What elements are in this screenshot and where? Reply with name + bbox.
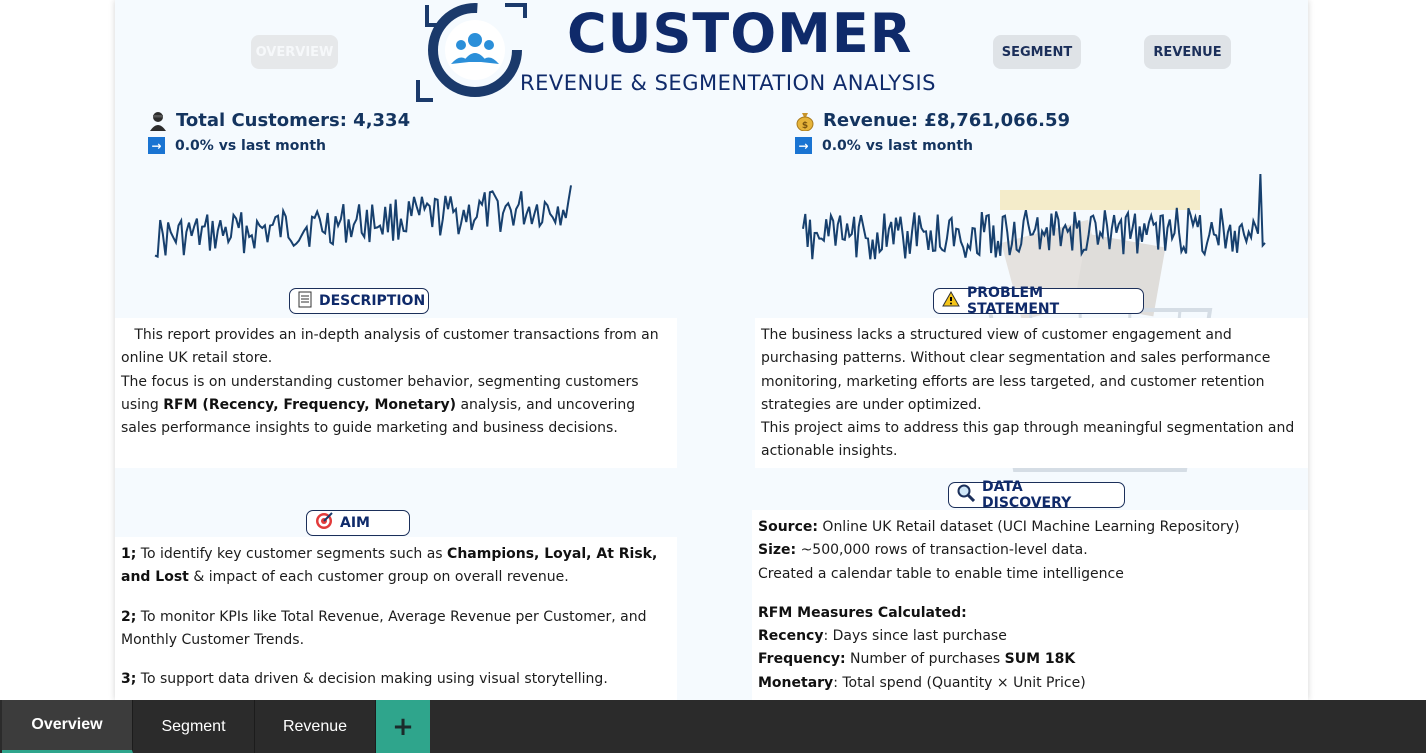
description-heading-label: DESCRIPTION xyxy=(319,293,426,309)
frequency-bold: SUM 18K xyxy=(1004,651,1076,668)
kpi-revenue-value: Revenue: £8,761,066.59 xyxy=(823,110,1071,131)
monetary-text: : Total spend (Quantity × Unit Price) xyxy=(833,674,1086,691)
frequency-text: Number of purchases xyxy=(845,651,1005,668)
arrow-right-icon: → xyxy=(795,137,812,154)
data-discovery-text: Source: Online UK Retail dataset (UCI Ma… xyxy=(752,510,1308,700)
size-label: Size: xyxy=(758,542,797,559)
aim-item-3-number: 3; xyxy=(121,671,137,688)
kpi-revenue: $ Revenue: £8,761,066.59 → 0.0% vs last … xyxy=(795,110,1070,154)
page-subtitle: REVENUE & SEGMENTATION ANALYSIS xyxy=(520,71,936,95)
revenue-sparkline xyxy=(802,173,1266,260)
source-text: Online UK Retail dataset (UCI Machine Le… xyxy=(817,519,1240,535)
revenue-nav-button[interactable]: REVENUE xyxy=(1144,35,1231,69)
discovery-heading-label: DATA DISCOVERY xyxy=(982,479,1072,511)
aim-item-3-text: To support data driven & decision making… xyxy=(136,671,608,688)
page-tab-bar: Overview Segment Revenue + xyxy=(0,700,1426,753)
aim-heading-label: AIM xyxy=(340,515,370,531)
aim-item-1-number: 1; xyxy=(121,546,137,562)
recency-text: : Days since last purchase xyxy=(823,628,1007,645)
tab-revenue[interactable]: Revenue xyxy=(255,700,376,753)
tab-overview[interactable]: Overview xyxy=(2,700,133,753)
aim-text: 1; To identify key customer segments suc… xyxy=(115,537,677,700)
aim-item-1-post: & impact of each customer group on overa… xyxy=(188,569,569,586)
magnifier-icon xyxy=(957,484,976,506)
aim-heading: AIM xyxy=(306,510,410,536)
svg-text:$: $ xyxy=(802,121,808,131)
description-p2-bold: RFM (Recency, Frequency, Monetary) xyxy=(163,396,457,413)
add-page-button[interactable]: + xyxy=(376,700,430,753)
money-bag-icon: $ xyxy=(795,111,815,131)
aim-item-1-pre: To identify key customer segments such a… xyxy=(136,546,448,562)
problem-p1: The business lacks a structured view of … xyxy=(761,327,1271,413)
kpi-customers-value: Total Customers: 4,334 xyxy=(176,110,411,131)
kpi-customers-change: 0.0% vs last month xyxy=(175,137,327,154)
problem-statement-text: The business lacks a structured view of … xyxy=(755,318,1308,468)
description-text: This report provides an in-depth analysi… xyxy=(115,318,677,468)
person-icon xyxy=(148,111,168,131)
recency-label: Recency xyxy=(758,628,824,645)
aim-item-2-number: 2; xyxy=(121,608,137,625)
calendar-text: Created a calendar table to enable time … xyxy=(758,565,1124,582)
frequency-label: Frequency: xyxy=(758,651,846,668)
problem-heading-label: PROBLEM STATEMENT xyxy=(967,285,1060,317)
arrow-right-icon: → xyxy=(148,137,165,154)
problem-statement-heading: PROBLEM STATEMENT xyxy=(933,285,1144,317)
document-icon xyxy=(298,291,312,312)
size-text: ~500,000 rows of transaction-level data. xyxy=(796,542,1088,559)
rfm-title: RFM Measures Calculated: xyxy=(758,604,967,621)
description-heading: DESCRIPTION xyxy=(289,288,429,314)
target-icon xyxy=(315,512,333,534)
aim-item-2-text: To monitor KPIs like Total Revenue, Aver… xyxy=(121,608,647,648)
customers-sparkline xyxy=(154,185,572,259)
report-canvas: OVERVIEW SEGMENT REVENUE CUSTOMER REVENU… xyxy=(115,0,1308,700)
overview-nav-button[interactable]: OVERVIEW xyxy=(251,35,338,69)
tab-segment[interactable]: Segment xyxy=(133,700,255,753)
segment-nav-button[interactable]: SEGMENT xyxy=(993,35,1081,69)
problem-p2: This project aims to address this gap th… xyxy=(761,420,1295,460)
page-title: CUSTOMER xyxy=(567,2,913,65)
monetary-label: Monetary xyxy=(758,674,834,691)
kpi-revenue-change: 0.0% vs last month xyxy=(822,137,974,154)
warning-icon xyxy=(942,290,960,311)
data-discovery-heading: DATA DISCOVERY xyxy=(948,479,1125,511)
source-label: Source: xyxy=(758,519,818,535)
kpi-total-customers: Total Customers: 4,334 → 0.0% vs last mo… xyxy=(148,110,410,154)
description-p1: This report provides an in-depth analysi… xyxy=(121,327,659,367)
